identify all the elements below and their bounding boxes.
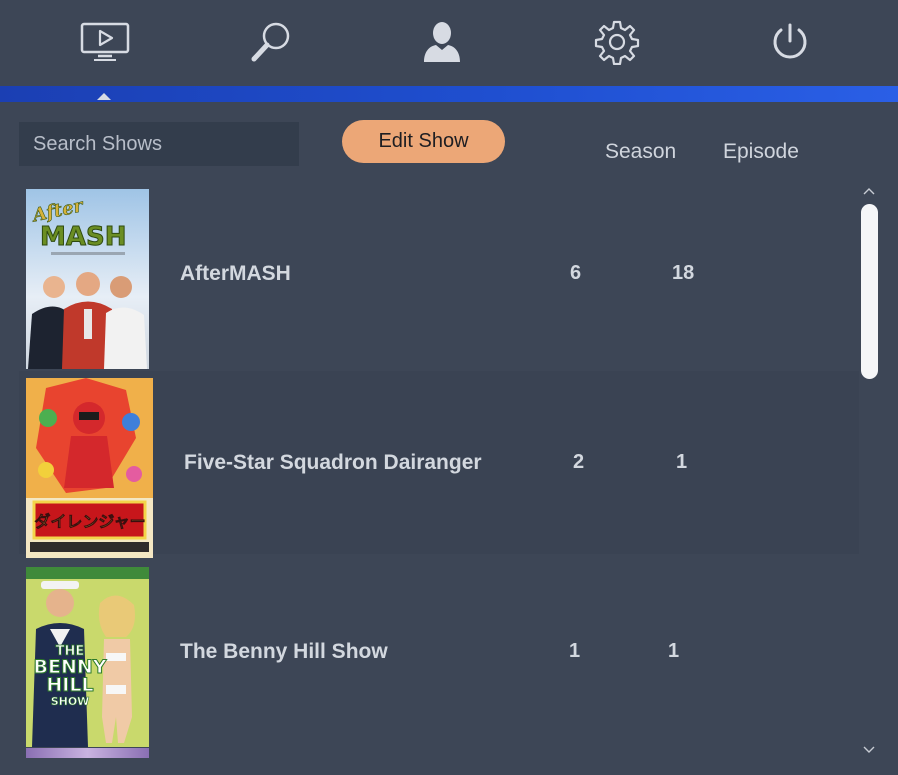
- search-input[interactable]: [19, 122, 299, 166]
- show-row[interactable]: ダイレンジャー Five-Star Squadron Dairanger 2 1: [19, 371, 859, 558]
- svg-text:ダイレンジャー: ダイレンジャー: [34, 512, 145, 531]
- edit-show-button[interactable]: Edit Show: [342, 120, 505, 163]
- aftermash-poster: After MASH: [26, 189, 149, 369]
- top-nav: [0, 0, 898, 86]
- nav-search-button[interactable]: [236, 12, 306, 72]
- show-row[interactable]: After MASH AfterMASH 6 18: [19, 182, 859, 369]
- show-list[interactable]: After MASH AfterMASH 6 18 ダイレンジャー Five-S…: [19, 182, 859, 775]
- show-row[interactable]: THE BENNY HILL SHOW The Benny Hill Show …: [19, 560, 859, 747]
- episode-value: 1: [668, 640, 680, 662]
- tv-play-icon: [80, 22, 130, 62]
- app-window: Edit Show Season Episode After MASH: [0, 0, 898, 775]
- nav-profile-button[interactable]: [407, 12, 477, 72]
- svg-text:HILL: HILL: [46, 674, 93, 696]
- next-poster-peek: [26, 748, 149, 758]
- show-title: AfterMASH: [180, 261, 291, 285]
- episode-column-header: Episode: [723, 140, 799, 163]
- dairanger-poster: ダイレンジャー: [26, 378, 153, 558]
- season-value: 1: [569, 640, 581, 662]
- chevron-up-icon[interactable]: [862, 186, 876, 198]
- scrollbar-thumb[interactable]: [861, 204, 878, 379]
- nav-power-button[interactable]: [755, 12, 825, 72]
- gear-icon: [594, 19, 640, 65]
- power-icon: [769, 21, 811, 63]
- season-value: 6: [570, 262, 582, 284]
- episode-value: 18: [672, 262, 695, 284]
- nav-accent-bar: [0, 86, 898, 102]
- show-title: The Benny Hill Show: [180, 639, 388, 663]
- season-value: 2: [573, 451, 585, 473]
- show-title: Five-Star Squadron Dairanger: [184, 450, 482, 474]
- magnifier-icon: [249, 20, 293, 64]
- svg-text:MASH: MASH: [40, 222, 126, 252]
- season-column-header: Season: [605, 140, 677, 163]
- benny-hill-poster: THE BENNY HILL SHOW: [26, 567, 149, 747]
- nav-settings-button[interactable]: [582, 12, 652, 72]
- svg-text:SHOW: SHOW: [51, 695, 90, 708]
- nav-tv-button[interactable]: [70, 12, 140, 72]
- chevron-down-icon[interactable]: [862, 744, 876, 756]
- episode-value: 1: [676, 451, 688, 473]
- active-tab-indicator: [97, 93, 111, 100]
- user-icon: [422, 21, 462, 63]
